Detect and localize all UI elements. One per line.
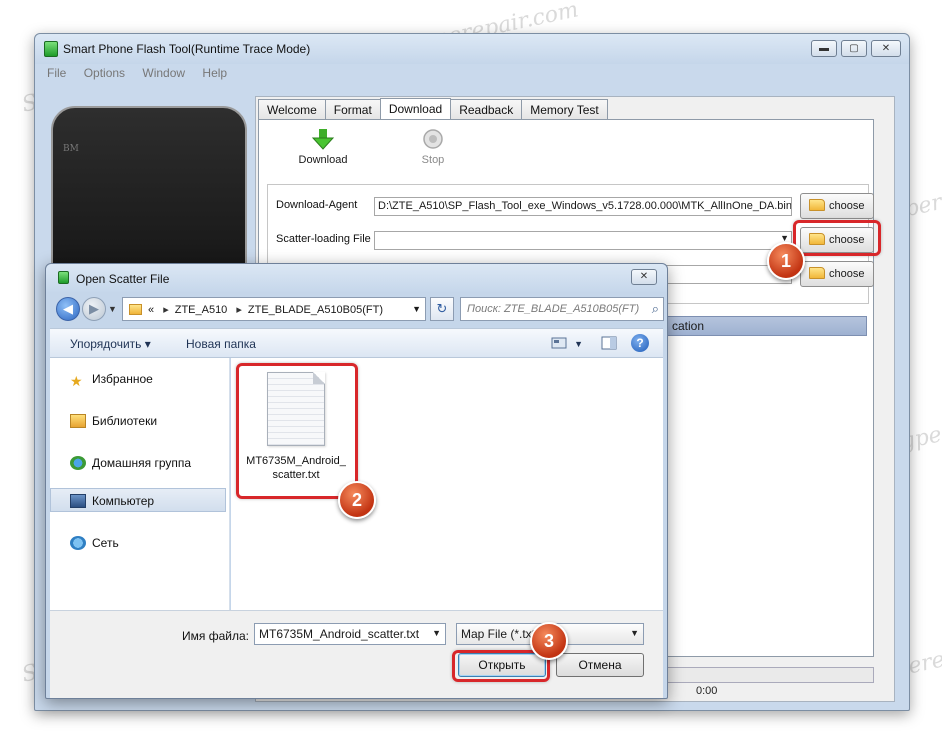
choose-download-agent-button[interactable]: choose bbox=[800, 193, 874, 219]
filetype-value: Map File (*.txt) bbox=[461, 627, 540, 641]
nav-item-computer[interactable]: Компьютер bbox=[70, 494, 154, 508]
highlight-scatter-file bbox=[236, 363, 358, 499]
nav-item-label: Сеть bbox=[92, 536, 119, 550]
nav-item-label: Избранное bbox=[92, 372, 153, 386]
choose-label: choose bbox=[829, 268, 865, 280]
nav-item-network[interactable]: Сеть bbox=[70, 536, 119, 550]
dropdown-arrow-icon[interactable]: ▼ bbox=[630, 628, 639, 638]
step-badge-1: 1 bbox=[767, 242, 805, 280]
forward-arrow-icon[interactable]: ▶ bbox=[82, 297, 106, 321]
dialog-title-bar[interactable]: Open Scatter File ✕ bbox=[46, 264, 667, 292]
status-elapsed-time: 0:00 bbox=[696, 685, 718, 697]
app-icon bbox=[58, 271, 69, 284]
breadcrumb-separator-icon: ▸ bbox=[163, 304, 169, 316]
step-badge-2: 2 bbox=[338, 481, 376, 519]
search-icon[interactable]: ⌕ bbox=[652, 301, 659, 317]
address-row: ◀ ▶ ▼ « ▸ ZTE_A510 ▸ ZTE_BLADE_A510B05(FT)… bbox=[54, 296, 664, 322]
filename-label: Имя файла: bbox=[182, 629, 249, 643]
download-toolbar: Download Stop bbox=[259, 120, 873, 180]
location-column-header[interactable]: cation bbox=[667, 316, 867, 336]
stop-button[interactable]: Stop bbox=[393, 128, 473, 166]
back-arrow-icon[interactable]: ◀ bbox=[56, 297, 80, 321]
tab-memory-test[interactable]: Memory Test bbox=[521, 99, 608, 120]
folder-icon bbox=[809, 199, 825, 211]
highlight-choose-scatter bbox=[793, 220, 881, 256]
scatter-file-combo[interactable]: ▼ bbox=[374, 231, 792, 250]
app-icon bbox=[44, 41, 58, 57]
title-bar[interactable]: Smart Phone Flash Tool(Runtime Trace Mod… bbox=[35, 34, 909, 64]
organize-menu[interactable]: Упорядочить ▾ bbox=[70, 337, 151, 351]
menu-options[interactable]: Options bbox=[84, 66, 125, 80]
stop-icon bbox=[423, 129, 443, 149]
homegroup-icon bbox=[70, 456, 86, 470]
download-button[interactable]: Download bbox=[283, 128, 363, 166]
choose-label: choose bbox=[829, 200, 865, 212]
choose-auth-button[interactable]: choose bbox=[800, 261, 874, 287]
search-placeholder: Поиск: ZTE_BLADE_A510B05(FT) bbox=[467, 303, 640, 315]
search-input[interactable]: Поиск: ZTE_BLADE_A510B05(FT) ⌕ bbox=[460, 297, 664, 321]
nav-item-label: Компьютер bbox=[92, 494, 155, 508]
download-agent-label: Download-Agent bbox=[276, 199, 358, 211]
tab-format[interactable]: Format bbox=[324, 99, 381, 120]
phone-brand-label: BM bbox=[63, 144, 79, 154]
command-bar: Упорядочить ▾ Новая папка ▼ ? bbox=[50, 328, 663, 358]
tab-strip: Welcome Format Download Readback Memory Test bbox=[258, 97, 608, 121]
address-bar[interactable]: « ▸ ZTE_A510 ▸ ZTE_BLADE_A510B05(FT) ▼ bbox=[122, 297, 426, 321]
dialog-title: Open Scatter File bbox=[76, 272, 170, 286]
nav-item-homegroup[interactable]: Домашняя группа bbox=[70, 456, 191, 470]
download-agent-path[interactable]: D:\ZTE_A510\SP_Flash_Tool_exe_Windows_v5… bbox=[374, 197, 792, 216]
close-button[interactable]: ✕ bbox=[871, 40, 901, 57]
breadcrumb-separator-icon: ▸ bbox=[236, 304, 242, 316]
change-view-icon[interactable] bbox=[551, 336, 567, 350]
address-dropdown-icon[interactable]: ▼ bbox=[412, 304, 421, 314]
scatter-loading-label: Scatter-loading File bbox=[276, 233, 371, 245]
computer-icon bbox=[70, 494, 86, 508]
maximize-button[interactable]: ▢ bbox=[841, 40, 867, 57]
help-icon[interactable]: ? bbox=[631, 334, 649, 352]
library-icon bbox=[70, 414, 86, 428]
breadcrumb-zte-blade[interactable]: ZTE_BLADE_A510B05(FT) bbox=[248, 304, 383, 316]
nav-item-label: Библиотеки bbox=[92, 414, 158, 428]
minimize-button[interactable]: ▬ bbox=[811, 40, 837, 57]
tab-readback[interactable]: Readback bbox=[450, 99, 523, 120]
navigation-pane: ★ Избранное Библиотеки Домашняя группа Ко… bbox=[50, 358, 230, 610]
download-label: Download bbox=[298, 154, 348, 166]
preview-pane-icon[interactable] bbox=[601, 336, 617, 350]
breadcrumb-zte-a510[interactable]: ZTE_A510 bbox=[175, 304, 228, 316]
dialog-footer: Имя файла: MT6735M_Android_scatter.txt ▼… bbox=[50, 610, 663, 698]
nav-item-label: Домашняя группа bbox=[92, 456, 192, 470]
tab-welcome[interactable]: Welcome bbox=[258, 99, 326, 120]
breadcrumb-overflow[interactable]: « bbox=[148, 304, 154, 316]
filename-value: MT6735M_Android_scatter.txt bbox=[259, 627, 420, 641]
download-arrow-icon bbox=[311, 129, 335, 150]
filename-combo[interactable]: MT6735M_Android_scatter.txt ▼ bbox=[254, 623, 446, 645]
menu-bar: File Options Window Help bbox=[47, 66, 241, 84]
refresh-icon[interactable]: ↻ bbox=[430, 297, 454, 321]
step-badge-3: 3 bbox=[530, 622, 568, 660]
menu-window[interactable]: Window bbox=[142, 66, 185, 80]
folder-icon bbox=[129, 304, 142, 315]
nav-item-favorites[interactable]: ★ Избранное bbox=[70, 372, 153, 389]
view-dropdown-icon[interactable]: ▼ bbox=[574, 339, 583, 349]
stop-label: Stop bbox=[421, 154, 445, 166]
tab-download[interactable]: Download bbox=[379, 98, 452, 121]
open-scatter-file-dialog: Open Scatter File ✕ ◀ ▶ ▼ « ▸ ZTE_A510 ▸ Z… bbox=[45, 263, 668, 699]
cancel-button[interactable]: Отмена bbox=[556, 653, 644, 677]
dropdown-arrow-icon[interactable]: ▼ bbox=[432, 628, 441, 638]
menu-help[interactable]: Help bbox=[202, 66, 227, 80]
dialog-close-button[interactable]: ✕ bbox=[631, 269, 657, 285]
window-title: Smart Phone Flash Tool(Runtime Trace Mod… bbox=[63, 42, 311, 56]
network-icon bbox=[70, 536, 86, 550]
folder-icon bbox=[809, 267, 825, 279]
menu-file[interactable]: File bbox=[47, 66, 66, 80]
history-dropdown-icon[interactable]: ▼ bbox=[108, 304, 117, 314]
star-icon: ★ bbox=[70, 373, 83, 389]
nav-item-libraries[interactable]: Библиотеки bbox=[70, 414, 157, 428]
new-folder-button[interactable]: Новая папка bbox=[186, 337, 256, 351]
